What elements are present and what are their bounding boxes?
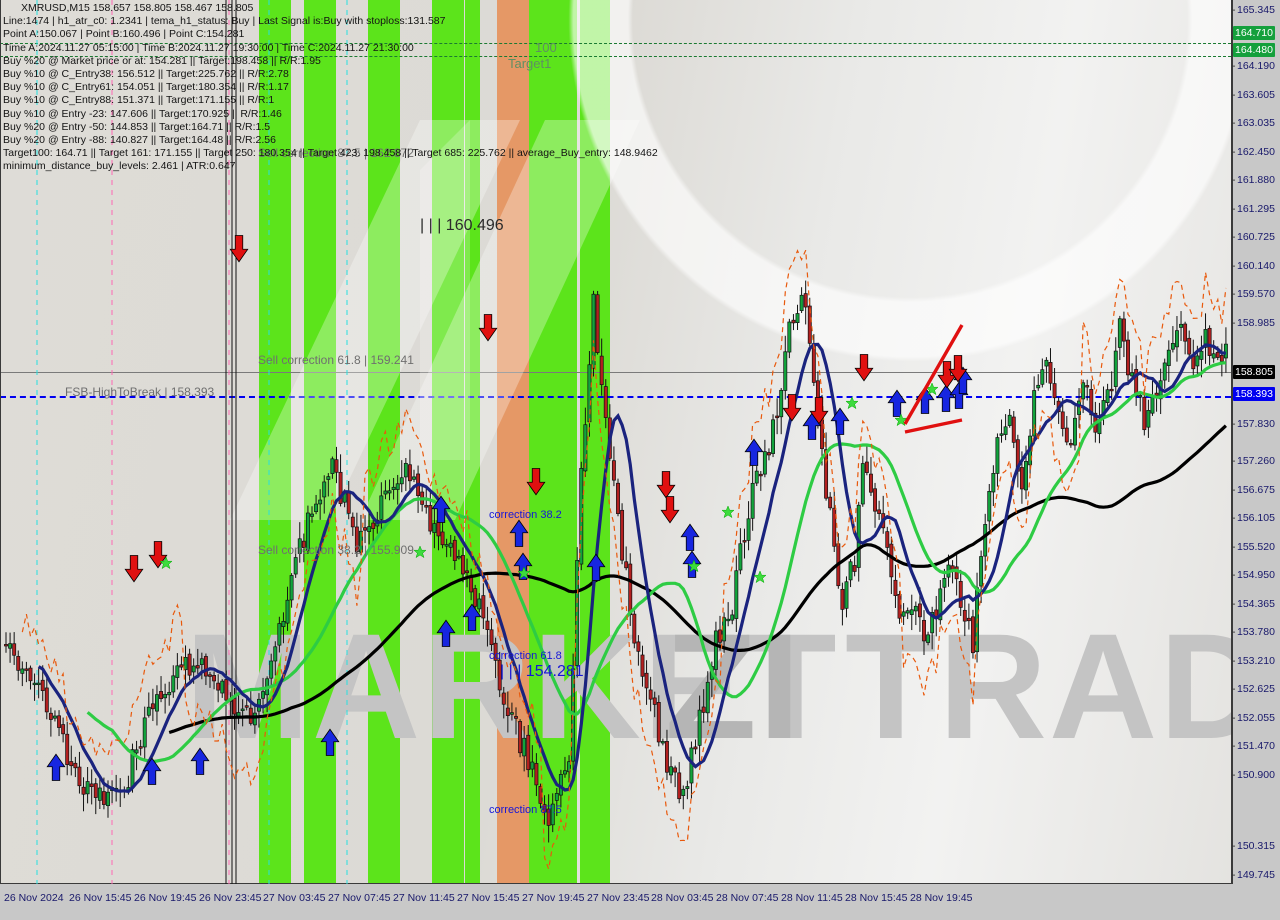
info-line-11: minimum_distance_buy_levels: 2.461 | ATR… xyxy=(3,160,236,173)
info-line-9: Buy %20 @ Entry -88: 140.827 || Target:1… xyxy=(3,133,276,146)
sell-corr-382: Sell correction 38.2 | 155.909 xyxy=(258,543,414,557)
price-tick-8: -160.140 xyxy=(1232,260,1275,272)
price-tick-11: -157.830 xyxy=(1232,418,1275,430)
correction-618: correction 61.8 xyxy=(489,650,562,662)
time-tick-6: 27 Nov 11:45 xyxy=(393,892,455,904)
info-line-6: Buy %10 @ C_Entry88: 151.371 || Target:1… xyxy=(3,94,275,107)
info-line-7: Buy %10 @ Entry -23: 147.606 || Target:1… xyxy=(3,107,282,120)
fsb-high-to-break: FSB-HighToBreak | 158.393 xyxy=(65,385,215,399)
price-tick-4: -162.450 xyxy=(1232,146,1275,158)
price-tick-25: -149.745 xyxy=(1232,869,1275,881)
time-tick-14: 28 Nov 19:45 xyxy=(910,892,973,904)
price-tick-0: -165.345 xyxy=(1232,4,1275,16)
symbol-title: XMRUSD,M15 158.657 158.805 158.467 158.8… xyxy=(21,2,254,14)
price-tick-16: -154.950 xyxy=(1232,569,1275,581)
chart-info-panel: XMRUSD,M15 158.657 158.805 158.467 158.8… xyxy=(3,2,658,173)
info-line-10: Target100: 164.71 || Target 161: 171.155… xyxy=(3,147,658,160)
info-line-3: Buy %20 @ Market price or at: 154.281 ||… xyxy=(3,54,321,67)
correction-382: correction 38.2 xyxy=(489,509,562,521)
last-price-label: 158.805 xyxy=(1233,365,1275,379)
price-tick-23: -150.900 xyxy=(1232,769,1275,781)
info-line-0: Line:1474 | h1_atr_c0: 1.2341 | tema_h1_… xyxy=(3,15,446,28)
time-tick-7: 27 Nov 15:45 xyxy=(457,892,520,904)
info-line-1: Point A:150.067 | Point B:160.496 | Poin… xyxy=(3,28,245,41)
price-tick-5: -161.880 xyxy=(1232,174,1275,186)
price-tick-14: -156.105 xyxy=(1232,512,1275,524)
time-tick-0: 26 Nov 2024 xyxy=(4,892,64,904)
time-tick-12: 28 Nov 11:45 xyxy=(781,892,843,904)
point-c-label: |‌ |‌ | 154.281 xyxy=(500,663,584,680)
price-tick-24: -150.315 xyxy=(1232,840,1275,852)
target-164710-label: 164.710 xyxy=(1233,26,1275,40)
price-tick-19: -153.210 xyxy=(1232,655,1275,667)
time-tick-2: 26 Nov 19:45 xyxy=(134,892,197,904)
price-scale[interactable]: -165.345 -164.190 -163.605 -163.035 -162.450… xyxy=(1232,0,1280,884)
correction-875: correction 87.5 xyxy=(489,804,562,816)
info-line-5: Buy %10 @ C_Entry61: 154.051 || Target:1… xyxy=(3,81,289,94)
price-tick-18: -153.780 xyxy=(1232,626,1275,638)
info-line-8: Buy %20 @ Entry -50: 144.853 || Target:1… xyxy=(3,120,271,133)
time-tick-4: 27 Nov 03:45 xyxy=(263,892,326,904)
time-tick-9: 27 Nov 23:45 xyxy=(587,892,650,904)
sell-corr-618: Sell correction 61.8 | 159.241 xyxy=(258,353,414,367)
time-tick-13: 28 Nov 15:45 xyxy=(845,892,908,904)
info-line-2: Time A:2024.11.27 05:15:00 | Time B:2024… xyxy=(3,41,414,54)
price-tick-17: -154.365 xyxy=(1232,598,1275,610)
price-tick-2: -163.605 xyxy=(1232,89,1275,101)
chart-plot-area[interactable]: MARKET ZI TRADE xyxy=(0,0,1232,884)
time-tick-5: 27 Nov 07:45 xyxy=(328,892,391,904)
time-tick-3: 26 Nov 23:45 xyxy=(199,892,262,904)
price-tick-22: -151.470 xyxy=(1232,740,1275,752)
time-tick-8: 27 Nov 19:45 xyxy=(522,892,585,904)
fsb-level-label: 158.393 xyxy=(1233,387,1275,401)
price-tick-21: -152.055 xyxy=(1232,712,1275,724)
target-164480-label: 164.480 xyxy=(1233,43,1275,57)
point-b-label: |‌ |‌ | 160.496 xyxy=(420,217,504,234)
price-tick-15: -155.520 xyxy=(1232,541,1275,553)
time-tick-1: 26 Nov 15:45 xyxy=(69,892,132,904)
price-tick-10: -158.985 xyxy=(1232,317,1275,329)
price-tick-9: -159.570 xyxy=(1232,288,1275,300)
price-tick-13: -156.675 xyxy=(1232,484,1275,496)
price-tick-1: -164.190 xyxy=(1232,60,1275,72)
price-tick-7: -160.725 xyxy=(1232,231,1275,243)
info-line-4: Buy %10 @ C_Entry38: 156.512 || Target:2… xyxy=(3,67,289,80)
price-tick-12: -157.260 xyxy=(1232,455,1275,467)
price-tick-3: -163.035 xyxy=(1232,117,1275,129)
time-tick-11: 28 Nov 07:45 xyxy=(716,892,779,904)
price-tick-6: -161.295 xyxy=(1232,203,1275,215)
time-tick-10: 28 Nov 03:45 xyxy=(651,892,714,904)
time-scale[interactable]: 26 Nov 2024 26 Nov 15:45 26 Nov 19:45 26 No… xyxy=(0,884,1280,920)
chart-window[interactable]: MARKET ZI TRADE xyxy=(0,0,1280,920)
price-tick-20: -152.625 xyxy=(1232,683,1275,695)
indicator-info-lines: Line:1474 | h1_atr_c0: 1.2341 | tema_h1_… xyxy=(3,15,658,173)
